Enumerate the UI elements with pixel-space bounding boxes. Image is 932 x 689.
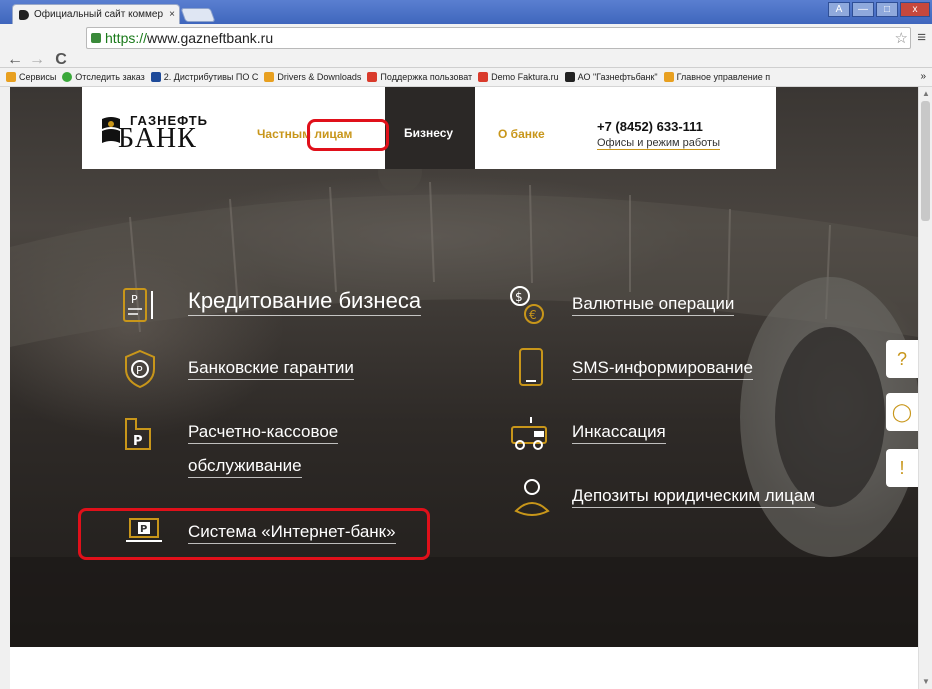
service-deposits[interactable]: Депозиты юридическим лицам xyxy=(572,485,816,508)
browser-tab[interactable]: Официальный сайт коммер × xyxy=(12,4,180,24)
bookmark-label: Demo Faktura.ru xyxy=(491,72,559,82)
close-window-button[interactable]: x xyxy=(900,2,930,17)
bookmark-label: Drivers & Downloads xyxy=(277,72,362,82)
scroll-down-icon[interactable]: ▼ xyxy=(922,677,930,686)
url-scheme: https:// xyxy=(105,30,148,46)
bookmark-label: Отследить заказ xyxy=(75,72,145,82)
question-button[interactable]: ? xyxy=(886,340,918,378)
bookmark-support[interactable]: Поддержка пользоват xyxy=(367,72,472,82)
bookmark-label: Поддержка пользоват xyxy=(380,72,473,82)
apps-grid-icon xyxy=(6,72,16,82)
service-currency[interactable]: Валютные операции xyxy=(572,293,735,316)
chat-button[interactable]: ◯ xyxy=(886,393,918,431)
deposit-person-icon xyxy=(514,479,550,516)
currency-exchange-icon: $ € xyxy=(510,286,544,324)
bookmark-label: АО "Газнефтьбанк" xyxy=(577,72,658,82)
page-scrollbar[interactable]: ▲ ▼ xyxy=(918,87,932,689)
credit-document-icon: P xyxy=(123,288,153,322)
bank-logo[interactable]: ГАЗНЕФТЬ БАНК xyxy=(98,111,208,154)
tools-icon xyxy=(150,72,161,82)
tab-close-icon[interactable]: × xyxy=(165,9,179,20)
bookmark-main-department[interactable]: Главное управление п xyxy=(663,72,771,82)
bookmark-demo-faktura[interactable]: Demo Faktura.ru xyxy=(478,72,559,82)
site-favicon-icon xyxy=(19,9,29,20)
user-profile-button[interactable]: A xyxy=(828,2,850,17)
svg-text:$: $ xyxy=(515,290,523,304)
nav-about-bank[interactable]: О банке xyxy=(498,127,545,141)
cash-register-icon: P xyxy=(125,418,151,450)
tab-title: Официальный сайт коммер xyxy=(34,9,164,20)
page-left-margin xyxy=(0,87,10,689)
offices-link[interactable]: Офисы и режим работы xyxy=(597,137,721,150)
svg-text:P: P xyxy=(131,293,138,306)
new-tab-button[interactable] xyxy=(180,8,216,22)
reload-button[interactable]: C xyxy=(52,50,70,70)
scroll-up-icon[interactable]: ▲ xyxy=(922,89,930,98)
browser-menu-icon[interactable]: ≡ xyxy=(917,29,926,46)
forward-button[interactable]: → xyxy=(28,50,46,70)
gazneftbank-icon xyxy=(564,72,575,82)
url-host: www.gazneftbank.ru xyxy=(147,30,274,46)
chat-bubble-icon: ◯ xyxy=(891,401,913,422)
alert-button[interactable]: ! xyxy=(886,449,918,487)
bookmark-distributives[interactable]: 2. Дистрибутивы ПО С xyxy=(150,72,259,82)
service-sms[interactable]: SMS-информирование xyxy=(572,357,754,380)
track-icon xyxy=(62,72,73,82)
service-credit[interactable]: Кредитование бизнеса xyxy=(188,287,422,316)
page-footer-area xyxy=(10,647,918,689)
armored-car-icon xyxy=(511,417,547,450)
service-rko-line1[interactable]: Расчетно-кассовое xyxy=(188,421,339,444)
bookmark-track-order[interactable]: Отследить заказ xyxy=(62,72,145,82)
bookmarks-more-icon[interactable]: » xyxy=(920,71,926,82)
page-viewport: ГАЗНЕФТЬ БАНК Частным лицам Бизнесу О ба… xyxy=(0,87,918,689)
drv-icon xyxy=(264,72,275,82)
site-header: ГАЗНЕФТЬ БАНК Частным лицам Бизнесу О ба… xyxy=(82,87,776,169)
svg-text:P: P xyxy=(133,434,143,449)
contact-phone: +7 (8452) 633-111 xyxy=(597,119,703,134)
bookmark-label: 2. Дистрибутивы ПО С xyxy=(163,72,259,82)
bookmark-services[interactable]: Сервисы xyxy=(6,72,56,82)
maximize-button[interactable]: □ xyxy=(876,2,898,17)
alert-icon: ! xyxy=(899,457,905,478)
window-controls: A — □ x xyxy=(828,2,930,17)
svg-text:€: € xyxy=(529,308,537,322)
guarantee-shield-icon: P xyxy=(125,349,155,389)
folder-icon xyxy=(663,72,674,82)
scrollbar-thumb[interactable] xyxy=(921,101,930,221)
address-bar[interactable]: https:// www.gazneftbank.ru xyxy=(86,27,911,49)
browser-titlebar: Официальный сайт коммер × A — □ x xyxy=(0,0,932,24)
service-guarantees[interactable]: Банковские гарантии xyxy=(188,357,354,380)
logo-text-bottom: БАНК xyxy=(118,123,197,154)
bookmark-star-icon[interactable]: ☆ xyxy=(895,29,908,47)
lock-icon xyxy=(91,33,101,43)
question-icon: ? xyxy=(896,348,907,369)
mobile-phone-icon xyxy=(519,348,543,386)
bookmarks-bar: Сервисы Отследить заказ 2. Дистрибутивы … xyxy=(0,68,932,87)
nav-business[interactable]: Бизнесу xyxy=(404,126,453,140)
svg-text:P: P xyxy=(136,364,143,377)
faktura-icon xyxy=(367,72,378,82)
back-button[interactable]: ← xyxy=(6,50,24,70)
faktura-icon xyxy=(478,72,489,82)
bookmark-label: Главное управление п xyxy=(676,72,771,82)
bookmark-drivers[interactable]: Drivers & Downloads xyxy=(264,72,361,82)
highlight-internet-bank xyxy=(78,508,430,560)
bookmark-gazneftbank[interactable]: АО "Газнефтьбанк" xyxy=(564,72,658,82)
bookmark-label: Сервисы xyxy=(19,72,57,82)
service-rko-line2[interactable]: обслуживание xyxy=(188,455,302,478)
highlight-business-nav xyxy=(307,119,389,151)
minimize-button[interactable]: — xyxy=(852,2,874,17)
service-collection[interactable]: Инкассация xyxy=(572,421,666,444)
